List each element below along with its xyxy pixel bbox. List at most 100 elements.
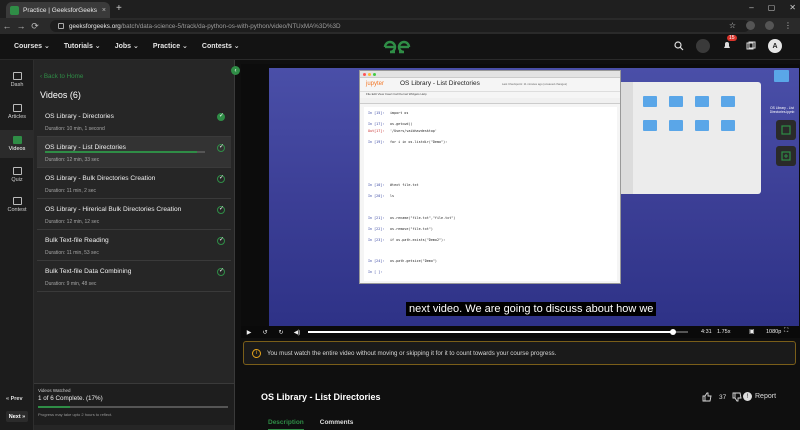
- nav-courses[interactable]: Courses ⌄: [14, 42, 50, 50]
- check-circle-icon: [217, 174, 225, 183]
- jupyter-titlebar: [360, 71, 620, 78]
- forward-icon[interactable]: →: [14, 21, 28, 31]
- site-info-icon[interactable]: [58, 23, 64, 29]
- site-header: Courses ⌄ Tutorials ⌄ Jobs ⌄ Practice ⌄ …: [0, 34, 800, 60]
- nav-tutorials[interactable]: Tutorials ⌄: [64, 42, 101, 50]
- nav-practice[interactable]: Practice ⌄: [153, 42, 188, 50]
- like-count: 37: [719, 393, 727, 401]
- next-button[interactable]: Next »: [6, 411, 28, 422]
- video-title-heading: OS Library - List Directories: [261, 392, 381, 402]
- course-progress-bar: [38, 406, 228, 408]
- rail-quiz-label: Quiz: [11, 177, 23, 183]
- volume-icon[interactable]: ◀): [289, 329, 305, 336]
- window-controls: – ▢ ✕: [749, 3, 796, 12]
- video-item[interactable]: Bulk Text-file Reading Duration: 11 min,…: [37, 230, 231, 261]
- fullscreen-icon[interactable]: ⛶: [784, 328, 788, 335]
- notebook-cell: In [24]: os.path.getsize("Demo"): [368, 259, 437, 263]
- reload-icon[interactable]: ⟳: [28, 21, 42, 32]
- minimize-icon[interactable]: –: [749, 3, 753, 12]
- back-icon[interactable]: ←: [0, 21, 14, 31]
- bookmark-star-icon[interactable]: ☆: [729, 21, 736, 30]
- video-item[interactable]: Bulk Text-file Data Combining Duration: …: [37, 261, 231, 292]
- videos-heading: Videos (6): [40, 90, 81, 100]
- video-title: OS Library - Hirerical Bulk Directories …: [45, 206, 182, 213]
- notebook-body: In [15]: import os In [17]: os.getcwd() Ou…: [364, 107, 617, 281]
- rail-contest[interactable]: Contest: [0, 191, 34, 219]
- report-icon: !: [743, 392, 752, 401]
- forward-icon[interactable]: ↻: [273, 329, 289, 336]
- seek-bar[interactable]: [308, 329, 688, 335]
- thumbs-down-icon[interactable]: [732, 392, 743, 402]
- videos-icon: [12, 136, 22, 144]
- video-title: Bulk Text-file Reading: [45, 237, 109, 244]
- browser-tab[interactable]: Practice | GeeksforGeeks | A ×: [6, 2, 110, 18]
- rail-quiz[interactable]: Quiz: [0, 161, 34, 189]
- settings-icon[interactable]: ▣: [749, 328, 755, 335]
- folder-icon: [695, 120, 709, 131]
- close-window-icon[interactable]: ✕: [789, 3, 796, 12]
- doubt-icon[interactable]: [776, 146, 796, 166]
- extension-icon[interactable]: [746, 21, 755, 30]
- jupyter-window: jupyter OS Library - List Directories La…: [359, 70, 621, 284]
- nav-contests[interactable]: Contests ⌄: [202, 42, 240, 50]
- folder-icon: [695, 96, 709, 107]
- rewind-icon[interactable]: ↺: [257, 329, 273, 336]
- rail-articles[interactable]: Articles: [0, 98, 34, 126]
- maximize-icon[interactable]: ▢: [768, 3, 776, 12]
- main-nav: Courses ⌄ Tutorials ⌄ Jobs ⌄ Practice ⌄ …: [14, 42, 240, 50]
- notebook-cell: In [22]: os.remove("file.txt"): [368, 227, 433, 231]
- menu-icon[interactable]: ⋮: [784, 21, 792, 30]
- notebook-cell: Out[17]: '/Users/vaibhavdesktop': [368, 129, 437, 133]
- report-button[interactable]: ! Report: [743, 392, 776, 401]
- video-title: OS Library - Bulk Directories Creation: [45, 175, 156, 182]
- address-bar[interactable]: geeksforgeeks.org/batch/data-science-5/t…: [50, 20, 750, 32]
- video-item-active[interactable]: OS Library - List Directories Duration: …: [37, 137, 231, 168]
- browser-tab-strip: Practice | GeeksforGeeks | A × + – ▢ ✕: [0, 0, 800, 18]
- notebook-cell: In [21]: os.rename("file.txt","file.txt"): [368, 216, 456, 220]
- video-player[interactable]: jupyter OS Library - List Directories La…: [241, 64, 800, 338]
- seek-fill: [308, 331, 673, 333]
- video-item[interactable]: OS Library - Directories Duration: 10 mi…: [37, 106, 231, 137]
- search-icon[interactable]: [672, 39, 686, 53]
- tab-close-icon[interactable]: ×: [102, 7, 106, 14]
- video-duration: Duration: 11 min, 53 sec: [45, 250, 99, 256]
- user-avatar[interactable]: A: [768, 39, 782, 53]
- left-rail: Dash Articles Videos Quiz Contest: [0, 60, 34, 430]
- notification-count: 15: [727, 35, 737, 41]
- collapse-sidebar-icon[interactable]: ‹: [231, 66, 240, 75]
- tab-description[interactable]: Description: [268, 419, 304, 430]
- time-remaining: 4:31: [701, 329, 712, 335]
- notification-bell-icon[interactable]: 15: [720, 35, 737, 53]
- rail-videos[interactable]: Videos: [0, 130, 34, 158]
- new-tab-button[interactable]: +: [116, 3, 122, 14]
- nav-jobs[interactable]: Jobs ⌄: [115, 42, 139, 50]
- check-circle-icon: [217, 112, 225, 121]
- back-to-home-link[interactable]: ‹ Back to Home: [40, 73, 83, 80]
- play-icon[interactable]: ▶: [241, 329, 257, 336]
- folder-icon: [721, 96, 735, 107]
- playback-speed[interactable]: 1.75x: [717, 329, 730, 335]
- notes-icon[interactable]: [776, 120, 796, 140]
- library-icon[interactable]: [744, 39, 758, 53]
- floating-actions: [776, 120, 798, 168]
- folder-icon: [669, 96, 683, 107]
- finder-sidebar: [621, 82, 633, 194]
- theme-toggle-icon[interactable]: [696, 39, 710, 53]
- gfg-logo[interactable]: [382, 39, 412, 55]
- tab-comments[interactable]: Comments: [320, 419, 354, 430]
- thumbs-up-icon[interactable]: [702, 392, 713, 402]
- notebook-cell: In [17]: os.getcwd(): [368, 122, 413, 126]
- prev-button[interactable]: « Prev: [6, 396, 23, 402]
- rail-dash[interactable]: Dash: [0, 66, 34, 94]
- video-item[interactable]: OS Library - Hirerical Bulk Directories …: [37, 199, 231, 230]
- seek-handle[interactable]: [669, 329, 676, 335]
- folder-icon: [643, 120, 657, 131]
- notebook-cell: In [19]: for i in os.listdir("Demo"):: [368, 140, 448, 144]
- like-dislike: 37: [702, 392, 743, 402]
- profile-icon[interactable]: [765, 21, 774, 30]
- video-item[interactable]: OS Library - Bulk Directories Creation D…: [37, 168, 231, 199]
- rail-articles-label: Articles: [7, 114, 27, 120]
- notebook-cell: In [23]: if os.path.exists("Demo2"):: [368, 238, 446, 242]
- video-quality[interactable]: 1080p: [766, 329, 781, 335]
- desktop-file-label: OS Library - List Directories.ipynb: [769, 106, 795, 114]
